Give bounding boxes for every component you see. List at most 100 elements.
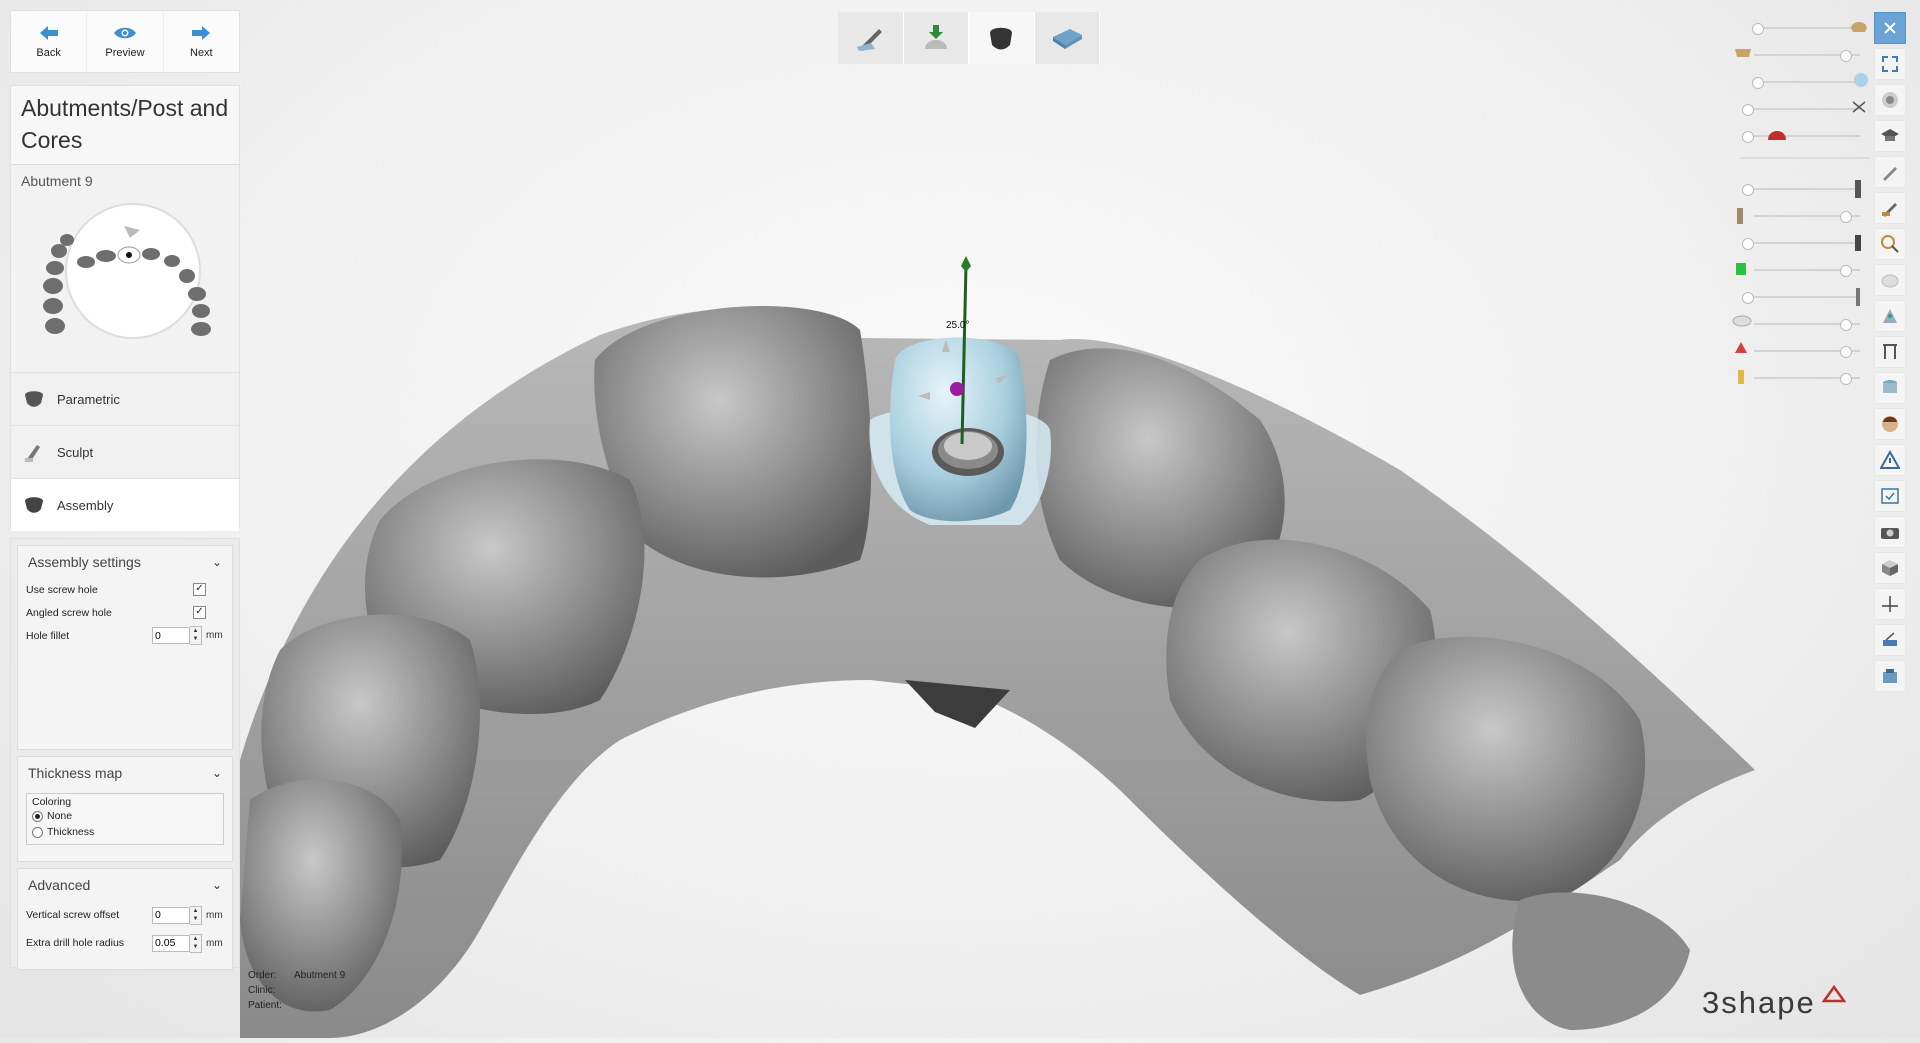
dental-model-scene[interactable]: [0, 0, 1920, 1039]
coloring-label: Coloring: [32, 796, 72, 808]
visibility-sliders: [1732, 14, 1870, 391]
stepper-arrows-icon[interactable]: ▲ ▼: [190, 905, 202, 925]
opacity-slider-tooth[interactable]: [1740, 68, 1870, 95]
opacity-slider-disc[interactable]: [1732, 310, 1870, 337]
back-label: Back: [36, 46, 61, 59]
step-sculpt-label: Sculpt: [57, 444, 94, 460]
design-tab[interactable]: [838, 12, 904, 64]
cut-plane-button[interactable]: [1874, 156, 1906, 188]
tooth-chart[interactable]: [31, 196, 221, 346]
extra-drill-row: Extra drill hole radius ▲▼ mm: [18, 929, 232, 957]
tooth-arch-diagram[interactable]: [31, 196, 221, 346]
thickness-map-section: Thickness map ⌄ Coloring None Thickness: [17, 756, 233, 862]
next-button[interactable]: Next: [164, 11, 239, 72]
thickness-map-title: Thickness map: [28, 765, 123, 781]
education-button[interactable]: [1874, 120, 1906, 152]
stepper-arrows-icon[interactable]: ▲ ▼: [190, 626, 202, 645]
measure-button[interactable]: [1874, 300, 1906, 332]
cube-view-button[interactable]: [1874, 552, 1906, 584]
opacity-slider-screw[interactable]: [1740, 229, 1870, 256]
step-assembly[interactable]: Assembly: [11, 478, 239, 531]
assembly-settings-header[interactable]: Assembly settings ⌄: [18, 546, 232, 578]
opacity-slider-red-marker[interactable]: [1735, 337, 1870, 364]
magnify-button[interactable]: [1874, 228, 1906, 260]
vertical-offset-stepper[interactable]: ▲▼: [152, 905, 202, 925]
notes-button[interactable]: [1874, 624, 1906, 656]
stepper-arrows-icon[interactable]: ▲ ▼: [190, 933, 202, 953]
hole-fillet-stepper[interactable]: ▲▼: [152, 626, 202, 645]
abutment-tab[interactable]: [969, 12, 1035, 64]
slider-divider: [1740, 157, 1870, 159]
opacity-slider-yellow-marker[interactable]: [1738, 364, 1870, 391]
cylinder-button[interactable]: [1874, 372, 1906, 404]
opacity-slider-gingiva[interactable]: [1740, 122, 1870, 149]
orientation-button[interactable]: [1874, 84, 1906, 116]
back-button[interactable]: Back: [11, 11, 88, 72]
hole-fillet-input[interactable]: [152, 627, 190, 644]
fullscreen-icon: [1882, 56, 1898, 72]
opacity-slider-analog[interactable]: [1736, 256, 1870, 283]
use-screw-hole-row: Use screw hole ✓: [18, 578, 232, 601]
abutment-tool-icon: [990, 27, 1013, 50]
scan-import-tab[interactable]: [903, 12, 969, 64]
extra-drill-label: Extra drill hole radius: [26, 937, 125, 949]
extra-drill-stepper[interactable]: ▲▼: [152, 933, 202, 953]
coloring-thickness-label: Thickness: [47, 826, 95, 838]
camera-button[interactable]: [1874, 516, 1906, 548]
step-parametric[interactable]: Parametric: [11, 372, 239, 426]
chevron-down-icon: ⌄: [211, 766, 222, 780]
extra-drill-input[interactable]: [152, 934, 190, 952]
use-screw-hole-checkbox[interactable]: ✓: [193, 583, 206, 596]
opacity-slider-antagonist[interactable]: [1735, 41, 1870, 68]
advanced-title: Advanced: [28, 877, 91, 893]
opacity-slider-pin[interactable]: [1740, 283, 1870, 310]
radio-unselected-icon: [32, 826, 43, 838]
coloring-none-radio[interactable]: None: [32, 808, 218, 824]
vertical-offset-input[interactable]: [152, 906, 190, 924]
check-window-button[interactable]: [1874, 480, 1906, 512]
abutment-icon: [21, 386, 47, 412]
order-label: Order:: [248, 970, 277, 981]
workflow-panel: Abutments/Post and Cores Abutment 9 Para: [10, 85, 240, 531]
warning-button[interactable]: [1874, 444, 1906, 476]
pin-icon: [1856, 288, 1860, 306]
preview-button[interactable]: Preview: [87, 11, 164, 72]
opacity-slider-cut[interactable]: [1740, 95, 1870, 122]
cross-section-button[interactable]: [1874, 336, 1906, 368]
model-tab[interactable]: [1034, 12, 1100, 64]
workflow-steps: Parametric Sculpt Assembly: [11, 372, 239, 531]
advanced-section: Advanced ⌄ Vertical screw offset ▲▼ mm E…: [17, 868, 233, 970]
education-cap-icon: [1881, 129, 1899, 141]
settings-panel: Assembly settings ⌄ Use screw hole ✓ Ang…: [10, 538, 240, 970]
advanced-header[interactable]: Advanced ⌄: [18, 869, 232, 901]
eye-icon: [113, 27, 136, 38]
transparency-button[interactable]: [1874, 264, 1906, 296]
warning-icon: [1880, 450, 1900, 469]
thickness-map-header[interactable]: Thickness map ⌄: [18, 757, 232, 789]
logo-mark-icon: [1821, 984, 1847, 1003]
vertical-offset-label: Vertical screw offset: [26, 909, 120, 921]
angled-screw-hole-checkbox[interactable]: ✓: [193, 606, 206, 619]
extra-drill-unit: mm: [206, 937, 223, 949]
3d-viewport[interactable]: 25.0°: [0, 0, 1920, 1039]
coloring-thickness-radio[interactable]: Thickness: [32, 824, 218, 840]
antagonist-icon: [1735, 49, 1751, 57]
step-assembly-label: Assembly: [57, 497, 114, 513]
chevron-down-icon: ⌄: [211, 555, 222, 569]
sculpt-brush-button[interactable]: [1874, 192, 1906, 224]
assembly-icon: [21, 492, 47, 518]
scanner-button[interactable]: [1874, 660, 1906, 692]
step-parametric-label: Parametric: [57, 391, 120, 407]
axis-button[interactable]: [1874, 588, 1906, 620]
opacity-slider-implant[interactable]: [1740, 175, 1870, 202]
opacity-slider-upper-jaw[interactable]: [1740, 14, 1870, 41]
face-button[interactable]: [1874, 408, 1906, 440]
hole-fillet-row: Hole fillet ▲▼ mm: [18, 624, 232, 647]
step-sculpt[interactable]: Sculpt: [11, 425, 239, 479]
clinic-label: Clinic:: [248, 985, 276, 996]
fullscreen-button[interactable]: [1874, 48, 1906, 80]
close-view-button[interactable]: [1874, 12, 1906, 44]
scan-import-icon: [924, 25, 947, 49]
next-label: Next: [190, 46, 213, 59]
opacity-slider-post[interactable]: [1737, 202, 1870, 229]
